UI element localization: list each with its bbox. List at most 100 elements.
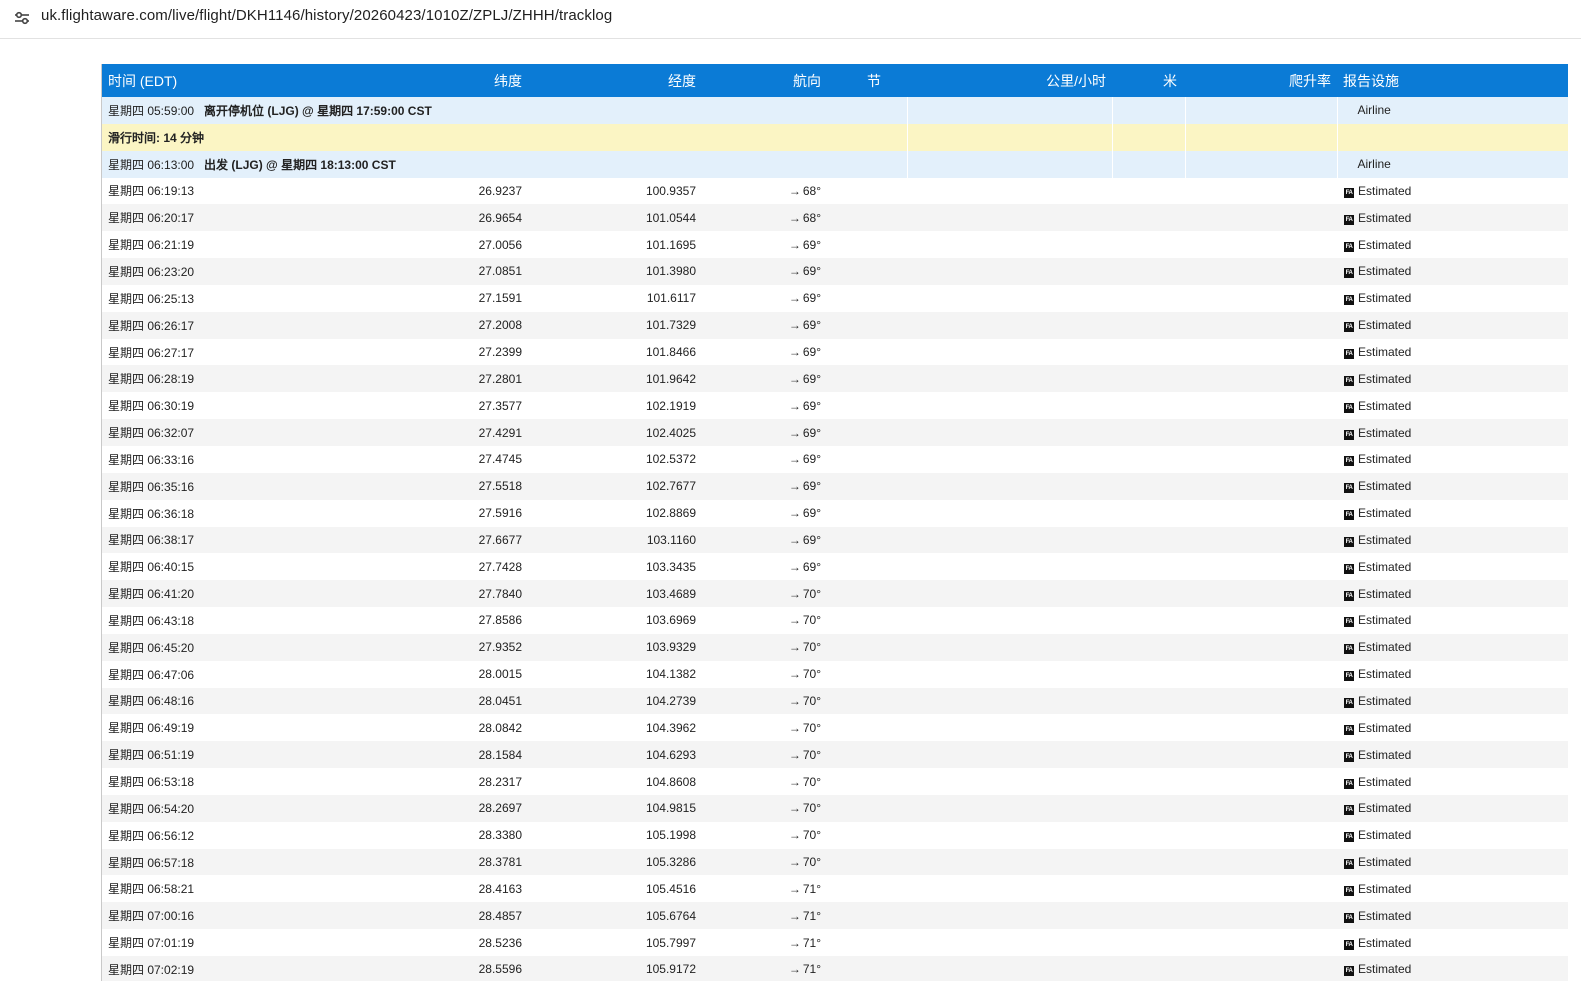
facility-label: Estimated (1358, 345, 1412, 360)
cell-climb-rate (1185, 902, 1337, 930)
cell-time: 星期四 06:47:06 (102, 660, 374, 688)
heading-arrow-icon: → (788, 801, 801, 816)
heading-arrow-icon: → (788, 479, 801, 494)
heading-arrow-icon: → (788, 935, 801, 950)
header-facility[interactable]: 报告设施 (1337, 64, 1568, 97)
cell-time: 星期四 06:35:16 (102, 472, 374, 500)
heading-value: 68° (802, 183, 821, 198)
cell-meters (1112, 499, 1185, 527)
cell-kmh (907, 311, 1112, 339)
table-row: 星期四 06:20:17 26.9654 101.0544 → 68° FA Estimat… (102, 204, 1568, 232)
cell-longitude: 103.1160 (528, 526, 702, 554)
cell-longitude: 105.9172 (528, 956, 702, 981)
cell-longitude: 102.8869 (528, 499, 702, 527)
cell-latitude: 27.4745 (374, 445, 528, 473)
heading-value: 70° (802, 801, 821, 816)
header-kmh[interactable]: 公里/小时 (907, 64, 1112, 97)
cell-meters (1112, 875, 1185, 903)
cell-knots (827, 902, 907, 930)
cell-heading: → 70° (702, 714, 827, 742)
cell-facility: FA Estimated (1337, 714, 1568, 742)
header-meters[interactable]: 米 (1112, 64, 1185, 97)
header-heading[interactable]: 航向 (702, 64, 827, 97)
header-climb-rate[interactable]: 爬升率 (1185, 64, 1337, 97)
heading-arrow-icon: → (788, 613, 801, 628)
heading-value: 71° (802, 881, 821, 896)
cell-facility: FA Estimated (1337, 499, 1568, 527)
facility-label: Estimated (1358, 506, 1412, 521)
cell-longitude: 105.1998 (528, 821, 702, 849)
header-longitude[interactable]: 经度 (528, 64, 702, 97)
facility-label: Estimated (1358, 801, 1412, 816)
cell-knots (827, 580, 907, 608)
table-row: 星期四 06:30:19 27.3577 102.1919 → 69° FA Estimat… (102, 392, 1568, 420)
cell-knots (827, 929, 907, 956)
table-row: 星期四 06:51:19 28.1584 104.6293 → 70° FA Estimat… (102, 741, 1568, 769)
facility-label: Estimated (1358, 720, 1412, 735)
cell-climb-rate (1185, 472, 1337, 500)
event-row-gate-departure: 星期四 05:59:00 离开停机位 (LJG) @ 星期四 17:59:00 C… (102, 97, 1568, 124)
taxi-time-row: 滑行时间: 14 分钟 (102, 123, 1568, 151)
heading-value: 71° (802, 908, 821, 923)
facility-label: Estimated (1358, 774, 1412, 789)
heading-value: 69° (802, 237, 821, 252)
cell-climb-rate (1185, 177, 1337, 205)
flightaware-icon: FA (1344, 751, 1354, 762)
cell-facility: FA Estimated (1337, 445, 1568, 473)
cell-time: 星期四 06:38:17 (102, 526, 374, 554)
cell-facility: FA Estimated (1337, 768, 1568, 795)
cell-knots (827, 526, 907, 554)
flightaware-icon: FA (1344, 912, 1354, 923)
track-rows: 星期四 06:19:13 26.9237 100.9357 → 68° FA Estimat… (102, 177, 1568, 981)
cell-facility: FA Estimated (1337, 660, 1568, 688)
cell-climb-rate (1185, 821, 1337, 849)
cell-facility: FA Estimated (1337, 338, 1568, 366)
event-time: 星期四 05:59:00 (108, 103, 195, 118)
cell-facility: FA Estimated (1337, 875, 1568, 903)
event-facility: Airline (1336, 97, 1568, 124)
cell-climb-rate (1185, 284, 1337, 312)
cell-latitude: 27.2399 (374, 338, 528, 366)
cell-knots (827, 956, 907, 981)
cell-heading: → 69° (702, 499, 827, 527)
heading-value: 70° (802, 720, 821, 735)
table-row: 星期四 06:36:18 27.5916 102.8869 → 69° FA Estimat… (102, 499, 1568, 527)
table-row: 星期四 06:35:16 27.5518 102.7677 → 69° FA Estimat… (102, 472, 1568, 500)
url-text[interactable]: uk.flightaware.com/live/flight/DKH1146/h… (41, 7, 612, 24)
cell-meters (1112, 445, 1185, 473)
cell-facility: FA Estimated (1337, 231, 1568, 259)
heading-value: 70° (802, 855, 821, 870)
cell-facility: FA Estimated (1337, 204, 1568, 232)
cell-latitude: 27.6677 (374, 526, 528, 554)
cell-heading: → 69° (702, 553, 827, 581)
cell-time: 星期四 06:51:19 (102, 741, 374, 769)
heading-arrow-icon: → (788, 774, 801, 789)
cell-climb-rate (1185, 338, 1337, 366)
cell-kmh (907, 875, 1112, 903)
heading-value: 68° (802, 210, 821, 225)
cell-facility: FA Estimated (1337, 472, 1568, 500)
cell-longitude: 103.9329 (528, 633, 702, 661)
cell-longitude: 101.0544 (528, 204, 702, 232)
cell-climb-rate (1185, 445, 1337, 473)
cell-facility: FA Estimated (1337, 633, 1568, 661)
cell-longitude: 104.3962 (528, 714, 702, 742)
header-knots[interactable]: 节 (827, 64, 907, 97)
flightaware-icon: FA (1344, 322, 1354, 333)
header-latitude[interactable]: 纬度 (374, 64, 528, 97)
cell-kmh (907, 284, 1112, 312)
facility-label: Estimated (1358, 667, 1412, 682)
cell-longitude: 101.8466 (528, 338, 702, 366)
site-settings-icon[interactable] (12, 8, 32, 28)
heading-value: 69° (802, 264, 821, 279)
cell-time: 星期四 06:21:19 (102, 231, 374, 259)
cell-knots (827, 794, 907, 822)
cell-heading: → 69° (702, 445, 827, 473)
cell-facility: FA Estimated (1337, 284, 1568, 312)
cell-facility: FA Estimated (1337, 607, 1568, 634)
cell-time: 星期四 06:53:18 (102, 768, 374, 795)
cell-kmh (907, 580, 1112, 608)
header-time[interactable]: 时间 (EDT) (102, 64, 374, 97)
cell-kmh (907, 956, 1112, 981)
cell-climb-rate (1185, 311, 1337, 339)
